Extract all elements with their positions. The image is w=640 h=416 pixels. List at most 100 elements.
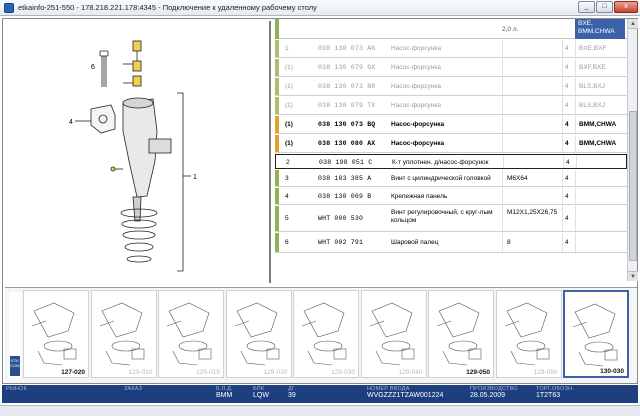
part-position: 5 xyxy=(285,215,289,222)
part-row[interactable]: (1) 038 130 073 BQ Насос-форсунка 4 BMM,CHWA xyxy=(275,116,627,134)
thumbnail-drawing xyxy=(31,302,77,366)
thumbnail-drawing xyxy=(301,302,347,366)
remote-desktop-icon xyxy=(4,2,14,13)
part-qualifier: M12X1,25X26,75 xyxy=(507,209,558,216)
vin-value: WVGZZZ1TZAW001224 xyxy=(367,392,444,399)
scroll-thumb[interactable] xyxy=(629,111,637,261)
part-number: 038 130 073 AG xyxy=(318,45,376,52)
dg-value: 39 xyxy=(288,392,296,399)
thumbnail-label: 129-015 xyxy=(196,369,220,376)
etk-logo-mark: ETK COM xyxy=(10,356,20,376)
bpk-value: LQW xyxy=(253,392,269,399)
column-divider xyxy=(575,135,576,152)
column-divider xyxy=(502,40,503,57)
part-description: Насос-форсунка xyxy=(391,45,441,52)
part-row[interactable]: (1) 038 130 079 TX Насос-форсунка 4 BLS,BXJ xyxy=(275,97,627,115)
thumbnail-drawing xyxy=(99,302,144,366)
illustration-thumbnail[interactable]: 129-015 xyxy=(158,290,224,378)
column-divider xyxy=(575,170,576,186)
minimize-button[interactable]: _ xyxy=(578,1,595,13)
part-position: (1) xyxy=(285,140,293,147)
part-description: Насос-форсунка xyxy=(391,121,445,128)
part-row[interactable]: 6 WHT 002 791 Шаровой палец 8 4 xyxy=(275,233,627,253)
column-divider xyxy=(575,59,576,76)
illustration-thumbnail[interactable]: 129-030 xyxy=(293,290,359,378)
part-row[interactable]: 2 038 198 051 C К-т уплотнен. д/насос-форс… xyxy=(275,154,627,169)
part-position: 3 xyxy=(285,175,289,182)
part-model: BLS,BXJ xyxy=(579,83,606,90)
part-position: (1) xyxy=(285,83,293,90)
header-qualifier: 2,0 л. xyxy=(502,26,519,33)
vehicle-status-bar: РЫНОК ЗАКАЗ Б.Л.Д. BMM БПК LQW ДГ. 39 НОМЕР… xyxy=(2,385,638,403)
row-status-marker xyxy=(275,116,279,133)
part-row[interactable]: 3 038 103 385 A Винт с цилиндрической голо… xyxy=(275,170,627,187)
column-divider xyxy=(502,78,503,95)
part-number: 038 130 069 B xyxy=(318,193,372,200)
part-row[interactable]: 1 038 130 073 AG Насос-форсунка 4 BXE,BXF xyxy=(275,40,627,58)
callout-1[interactable]: 1 xyxy=(193,174,197,181)
part-number: WHT 000 530 xyxy=(318,215,364,222)
callout-4[interactable]: 4 xyxy=(69,119,73,126)
row-status-marker xyxy=(275,206,279,231)
part-description: Винт с цилиндрической головкой xyxy=(391,175,491,182)
torg-value: 1T2T63 xyxy=(536,392,561,399)
column-divider xyxy=(502,59,503,76)
row-status-marker xyxy=(275,40,279,57)
illustration-thumbnail[interactable]: 129-040 xyxy=(360,290,427,378)
column-divider xyxy=(575,233,576,252)
thumbnail-label: 130-030 xyxy=(600,368,624,375)
close-button[interactable]: x xyxy=(614,1,638,13)
column-divider xyxy=(502,233,503,252)
scroll-down-arrow-icon[interactable]: ▼ xyxy=(628,271,638,281)
column-divider xyxy=(503,155,504,168)
part-row[interactable]: (1) 038 130 080 AX Насос-форсунка 4 BMM,CHWA xyxy=(275,135,627,153)
illustration-thumbnail[interactable]: 129-050 xyxy=(428,290,494,378)
scroll-up-arrow-icon[interactable]: ▲ xyxy=(628,19,638,29)
market-label: РЫНОК xyxy=(6,386,27,392)
parts-table: 2,0 л. BXE, BMM,CHWA 1 038 130 073 AG Насо… xyxy=(275,19,627,281)
part-number: WHT 002 791 xyxy=(318,239,364,246)
thumbnail-label: 129-080 xyxy=(533,369,558,376)
row-status-marker xyxy=(275,135,279,152)
part-number: 038 198 051 C xyxy=(319,159,373,166)
parts-scrollbar[interactable]: ▲ ▼ xyxy=(627,19,638,281)
column-divider xyxy=(576,155,577,168)
part-description: Насос-форсунка xyxy=(391,102,441,109)
part-row[interactable]: 4 038 130 069 B Крепежная панель 4 xyxy=(275,188,627,205)
column-divider xyxy=(502,188,503,204)
illustration-thumbnail[interactable]: 129-080 xyxy=(495,290,562,378)
column-divider xyxy=(575,78,576,95)
illustration-thumbnail[interactable]: 127-020 xyxy=(23,290,89,378)
header-marker xyxy=(275,19,279,39)
part-quantity: 4 xyxy=(565,140,569,147)
part-position: (1) xyxy=(285,64,293,71)
illustration-thumbnail[interactable]: 129-010 xyxy=(90,290,157,378)
thumbnail-label: 129-050 xyxy=(466,369,490,376)
part-row[interactable]: 5 WHT 000 530 Винт регулировочный, с круг-… xyxy=(275,206,627,232)
row-status-marker xyxy=(275,97,279,114)
injector-exploded-diagram: 6 4 1 xyxy=(69,40,197,272)
row-status-marker xyxy=(275,59,279,76)
column-divider xyxy=(502,206,503,231)
column-divider xyxy=(562,135,563,152)
part-quantity: 4 xyxy=(565,121,569,128)
exploded-diagram-panel[interactable]: 6 4 1 xyxy=(5,21,271,283)
part-qualifier: M6X64 xyxy=(507,175,528,182)
part-row[interactable]: (1) 038 130 073 BR Насос-форсунка 4 BLS,BXJ xyxy=(275,78,627,96)
part-position: 2 xyxy=(286,159,290,166)
callout-6[interactable]: 6 xyxy=(91,64,95,71)
part-row[interactable]: (1) 038 130 079 GX Насос-форсунка 4 BXF,BXE xyxy=(275,59,627,77)
row-status-marker xyxy=(276,155,280,168)
part-description: Шаровой палец xyxy=(391,239,439,246)
thumbnail-label: 129-040 xyxy=(398,369,423,376)
illustration-thumbnail[interactable]: 130-030 xyxy=(563,290,629,378)
restore-button[interactable]: □ xyxy=(596,1,613,13)
window-titlebar: etkainfo-251-550 - 178.218.221.178:4345 … xyxy=(0,0,640,16)
column-divider xyxy=(562,78,563,95)
column-divider xyxy=(562,40,563,57)
row-status-marker xyxy=(275,188,279,204)
thumbnail-drawing xyxy=(504,302,549,366)
illustration-thumbnail[interactable]: 129-020 xyxy=(225,290,292,378)
part-number: 038 130 073 BR xyxy=(318,83,376,90)
part-quantity: 4 xyxy=(565,175,569,182)
